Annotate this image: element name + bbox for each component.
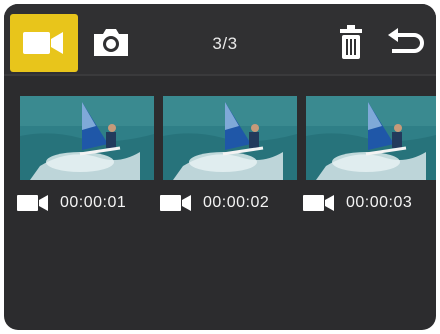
video-thumbnail[interactable] (163, 96, 297, 180)
video-thumbnail[interactable] (20, 96, 154, 180)
media-info: 00:00:01 (16, 190, 126, 216)
windsurfer-image (20, 96, 154, 180)
camera-icon (94, 29, 128, 56)
top-toolbar: 3/3 (4, 4, 436, 76)
video-camera-icon (23, 32, 63, 54)
duration-label: 00:00:03 (346, 194, 413, 211)
media-item[interactable]: 00:00:01 (16, 96, 156, 222)
back-arrow-icon (388, 28, 424, 53)
media-info: 00:00:02 (159, 190, 269, 216)
delete-button[interactable] (334, 22, 368, 62)
video-camera-icon (302, 193, 336, 213)
back-button[interactable] (384, 26, 428, 60)
media-item[interactable]: 00:00:03 (302, 96, 436, 222)
media-info: 00:00:03 (302, 190, 412, 216)
trash-icon (340, 25, 362, 59)
windsurfer-image (163, 96, 297, 180)
video-camera-icon (16, 193, 50, 213)
thumbnail-grid: 00:00:01 00:00:02 00:00:03 (16, 96, 436, 222)
video-thumbnail[interactable] (306, 96, 436, 180)
duration-label: 00:00:01 (60, 194, 127, 211)
file-counter: 3/3 (212, 34, 238, 53)
duration-label: 00:00:02 (203, 194, 270, 211)
photo-mode-tab[interactable] (86, 20, 136, 64)
playback-screen: 3/3 00:00:01 00:00:02 00:00:03 (4, 4, 436, 330)
windsurfer-image (306, 96, 436, 180)
media-item[interactable]: 00:00:02 (159, 96, 299, 222)
video-camera-icon (159, 193, 193, 213)
video-mode-tab[interactable] (10, 14, 78, 72)
